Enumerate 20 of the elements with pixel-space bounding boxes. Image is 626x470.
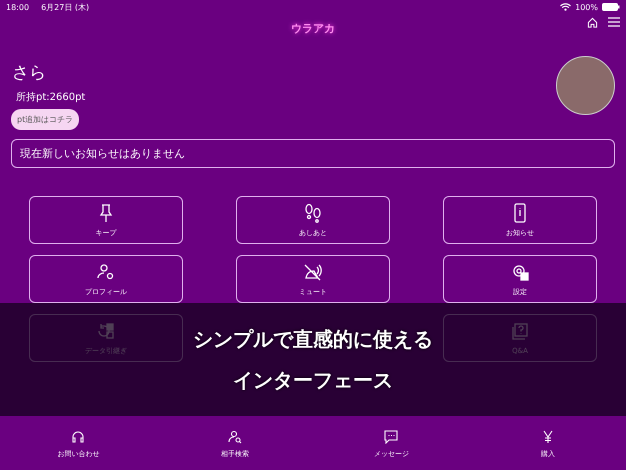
notice-bar: 現在新しいお知らせはありません — [11, 139, 615, 168]
footprints-icon — [303, 202, 323, 222]
battery-percent: 100% — [575, 2, 598, 12]
chat-icon — [384, 430, 398, 444]
menu-icon[interactable] — [608, 17, 620, 27]
app-logo: ウラアカ — [291, 20, 335, 36]
battery-icon — [602, 3, 620, 11]
caption-text: シンプルで直感的に使える — [193, 326, 433, 352]
caption-text: インターフェース — [233, 366, 393, 394]
add-points-button[interactable]: pt追加はコチラ — [11, 109, 80, 130]
mute-icon — [303, 262, 323, 282]
yen-icon — [540, 430, 555, 444]
wifi-icon — [560, 3, 572, 11]
status-time: 18:00 — [6, 2, 30, 12]
headset-icon — [71, 430, 86, 444]
status-date: 6月27日 (木) — [41, 2, 90, 12]
home-icon[interactable] — [587, 17, 598, 28]
user-name: さら — [12, 62, 46, 84]
points-balance: 所持pt:2660pt — [16, 90, 86, 104]
user-search-icon — [228, 430, 242, 444]
